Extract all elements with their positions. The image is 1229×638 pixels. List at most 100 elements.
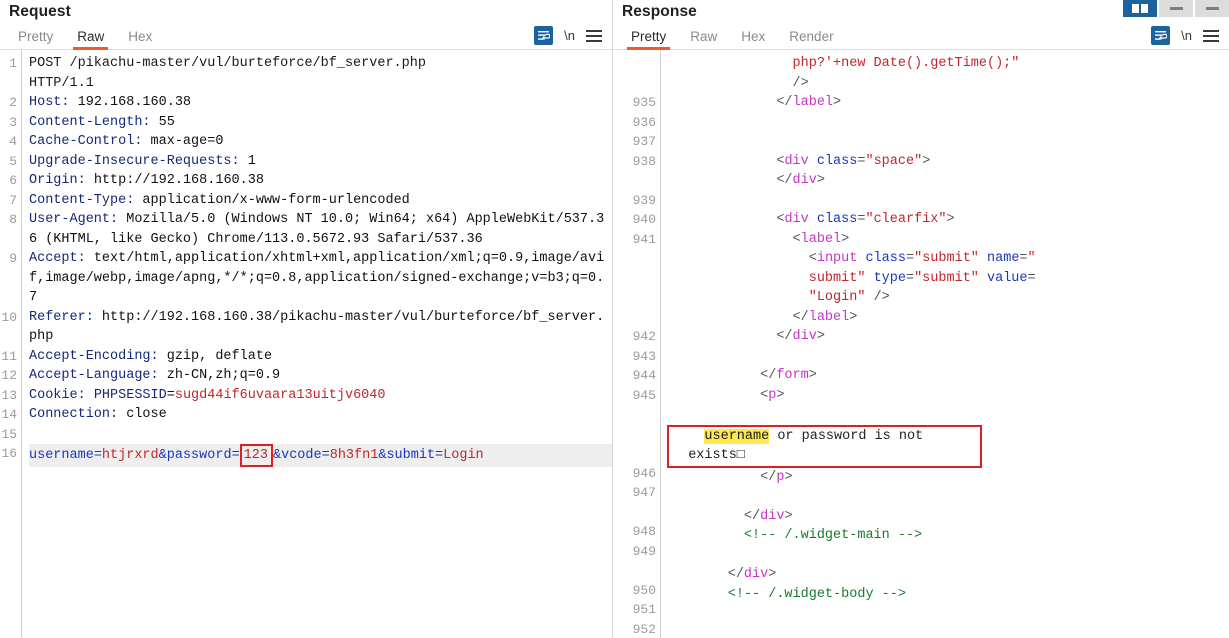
tab-response-raw[interactable]: Raw [678,29,729,49]
request-line-numbers: 1 2 3 4 5 6 7 8 9 10 11 12 13 14 15 16 [0,50,22,638]
line-number: 9 [9,251,17,266]
request-line: Connection: close [29,407,167,422]
line-number: 940 [632,212,656,227]
tab-request-pretty[interactable]: Pretty [6,29,65,49]
line-number: 942 [632,329,656,344]
request-line: User-Agent: Mozilla/5.0 (Windows NT 10.0… [29,212,605,247]
line-number: 16 [1,446,17,461]
response-line [671,624,1229,638]
response-code[interactable]: php?'+new Date().getTime();" /> </label>… [661,50,1229,638]
request-line: Accept-Language: zh-CN,zh;q=0.9 [29,368,281,383]
response-line: submit" type="submit" value= [808,270,1036,286]
response-line [671,113,1229,133]
line-number: 950 [632,582,656,598]
line-number [616,269,660,289]
request-line: Accept-Encoding: gzip, deflate [29,348,273,364]
search-match-highlight: username [704,428,770,444]
request-line: Accept: text/html,application/xhtml+xml,… [29,251,605,305]
line-number: 938 [632,153,656,169]
line-number [0,269,21,289]
newline-toggle[interactable]: \n [1181,28,1192,43]
response-line: </div> [776,329,825,344]
line-number: 3 [9,114,17,130]
line-number: 6 [9,173,17,188]
burp-repeater-window: Request Pretty Raw Hex \n 1 2 3 4 5 6 7 … [0,0,1229,638]
response-line [671,487,1229,507]
menu-icon[interactable] [1203,29,1219,42]
line-number: 8 [9,212,17,227]
menu-icon[interactable] [586,29,602,42]
response-tabbar: Pretty Raw Hex Render \n [613,24,1229,50]
line-number: 941 [632,231,656,247]
request-code-area[interactable]: 1 2 3 4 5 6 7 8 9 10 11 12 13 14 15 16 POST /pikachu-ma… [0,50,612,638]
request-line: Host: 192.168.160.38 [29,95,192,110]
line-number: 952 [632,621,656,637]
line-number: 936 [632,114,656,130]
response-line: <!-- /.widget-main --> [743,528,923,543]
line-number [0,230,21,250]
tab-response-hex[interactable]: Hex [729,29,777,49]
newline-toggle[interactable]: \n [564,28,575,43]
line-number: 11 [1,348,17,364]
line-number: 951 [632,602,656,617]
response-line: php?'+new Date().getTime();" [792,56,1020,71]
line-number [616,425,660,445]
line-number: 939 [632,192,656,208]
highlight-box-password: 123 [239,444,273,467]
tab-response-pretty[interactable]: Pretty [619,29,678,50]
line-number [616,74,660,94]
response-code-area[interactable]: 935 936 937 938 939 940 941 942 943 944 945 946 947 9… [613,50,1229,638]
line-number: 937 [632,134,656,149]
tab-request-raw[interactable]: Raw [65,29,116,50]
line-number [616,54,660,74]
line-number: 2 [9,95,17,110]
request-line: HTTP/1.1 [29,75,94,91]
request-line [29,425,612,445]
request-line: Referer: http://192.168.160.38/pikachu-m… [29,309,605,345]
layout-toggle-button[interactable] [1123,0,1157,17]
line-number: 948 [632,524,656,539]
line-number: 12 [1,368,17,383]
tab-response-render[interactable]: Render [777,29,845,49]
request-tools: \n [534,26,612,49]
response-line [671,191,1229,211]
response-line: <div class="space"> [776,153,931,169]
request-line: Content-Length: 55 [29,114,175,130]
word-wrap-icon[interactable] [1151,26,1171,45]
line-number: 4 [9,134,17,149]
line-number: 935 [632,95,656,110]
request-code[interactable]: POST /pikachu-master/vul/burteforce/bf_s… [22,50,612,638]
response-line [671,132,1229,152]
request-line: Cache-Control: max-age=0 [29,134,224,149]
line-number [0,327,21,347]
line-number: 7 [9,192,17,208]
response-line: </div> [727,567,777,582]
tab-request-hex[interactable]: Hex [116,29,164,49]
response-line: <div class="clearfix"> [776,212,955,227]
line-number [616,308,660,328]
line-number [616,288,660,308]
request-panel-title: Request [9,3,71,20]
response-line: /> [792,75,809,91]
line-number [616,249,660,269]
response-message-box: username or password is not exists□ [667,405,1229,468]
line-number [616,171,660,191]
word-wrap-icon[interactable] [534,26,554,45]
line-number: 949 [632,543,656,559]
response-line: "Login" /> [808,290,890,305]
response-line: <input class="submit" name=" [808,251,1036,266]
request-line: Content-Type: application/x-www-form-url… [29,192,410,208]
minimize-button[interactable] [1159,0,1193,17]
response-line: </div> [776,173,825,188]
maximize-button[interactable] [1195,0,1229,17]
response-line: </p> [760,469,793,485]
request-line: Upgrade-Insecure-Requests: 1 [29,153,256,169]
line-number [616,503,660,523]
line-number [616,405,660,425]
line-number: 947 [632,485,656,500]
response-line [671,347,1229,367]
response-line: <label> [792,231,850,247]
request-body-line: username=htjrxrd&password= 123 &vcode=8h3f… [29,444,612,467]
response-line [671,546,1229,566]
line-number: 5 [9,153,17,169]
